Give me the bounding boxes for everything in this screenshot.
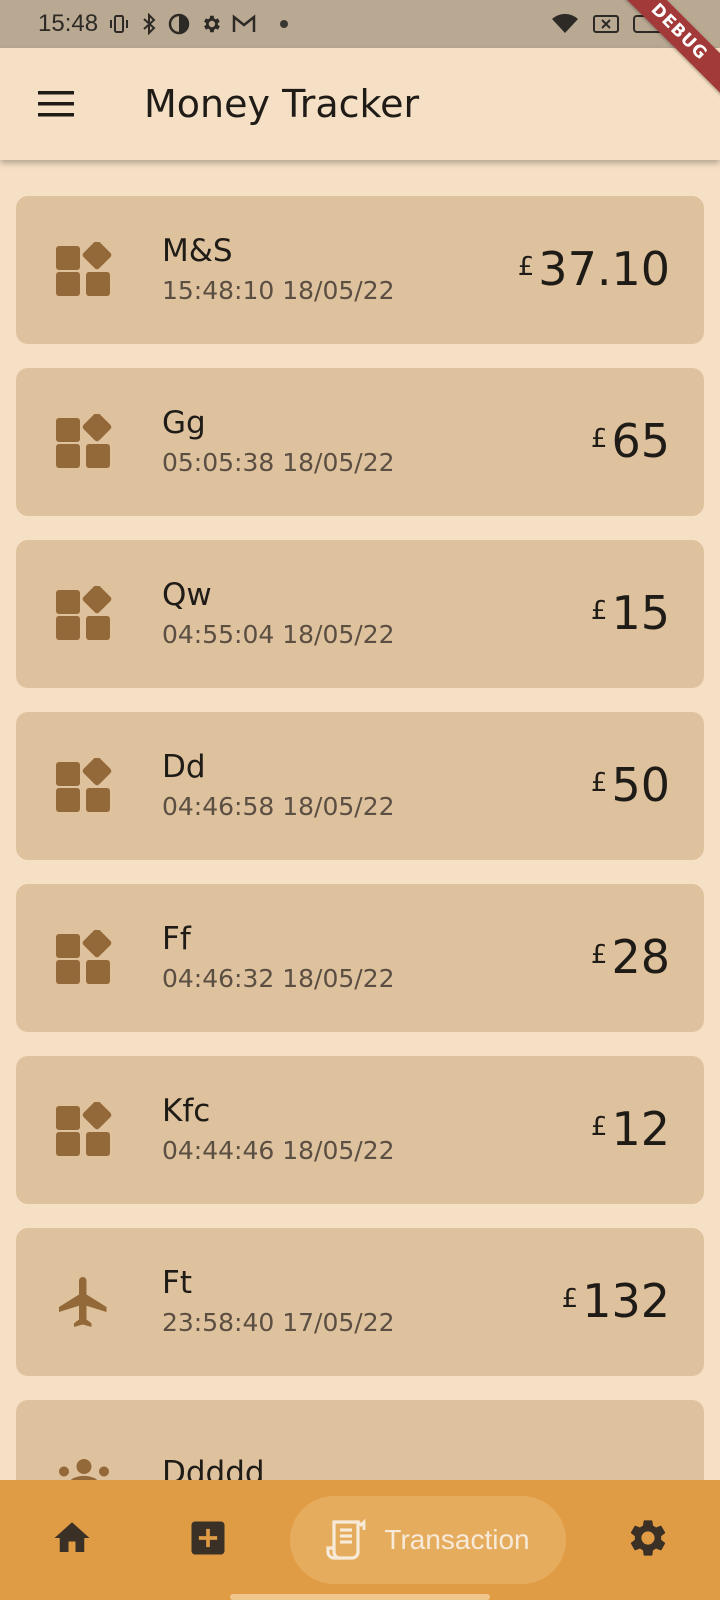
- transaction-amount: £ 132: [562, 1274, 670, 1328]
- category-widgets-icon: [54, 584, 114, 644]
- nav-transaction-label: Transaction: [384, 1524, 530, 1555]
- status-time: 15:48: [38, 10, 99, 37]
- transaction-timestamp: 23:58:40 17/05/22: [162, 1308, 395, 1337]
- currency-symbol: £: [590, 596, 608, 626]
- receipt-icon: [326, 1518, 366, 1560]
- nav-settings-button[interactable]: [620, 1510, 676, 1566]
- transaction-name: Gg: [162, 405, 206, 441]
- transaction-amount: [666, 1446, 670, 1456]
- currency-symbol: £: [590, 768, 608, 798]
- transaction-amount: £ 50: [591, 758, 670, 812]
- transaction-card[interactable]: Ft 23:58:40 17/05/22 £ 132: [16, 1228, 704, 1376]
- currency-symbol: £: [561, 1284, 579, 1314]
- category-widgets-icon: [54, 412, 114, 472]
- menu-button[interactable]: [28, 76, 84, 132]
- transaction-timestamp: 04:44:46 18/05/22: [162, 1136, 395, 1165]
- amount-value: 12: [611, 1102, 670, 1156]
- transaction-amount: £ 65: [591, 414, 670, 468]
- settings-icon: [200, 13, 222, 35]
- transaction-name: Qw: [162, 577, 212, 613]
- transaction-card[interactable]: M&S 15:48:10 18/05/22 £ 37.10: [16, 196, 704, 344]
- transaction-card[interactable]: Dd 04:46:58 18/05/22 £ 50: [16, 712, 704, 860]
- bottom-navigation: Transaction: [0, 1480, 720, 1600]
- notification-dot-icon: [280, 20, 289, 28]
- nav-transaction-button[interactable]: Transaction: [290, 1496, 566, 1584]
- transaction-timestamp: 04:46:58 18/05/22: [162, 792, 395, 821]
- amount-value: 132: [582, 1274, 670, 1328]
- transaction-timestamp: 15:48:10 18/05/22: [162, 276, 395, 305]
- amount-value: 65: [611, 414, 670, 468]
- transaction-amount: £ 15: [591, 586, 670, 640]
- transaction-name: Dd: [162, 749, 206, 785]
- category-widgets-icon: [54, 1100, 114, 1160]
- transaction-name: Ff: [162, 921, 191, 957]
- no-sim-icon: [592, 13, 620, 35]
- bluetooth-icon: [140, 13, 158, 35]
- amount-value: 37.10: [538, 242, 670, 296]
- app-screen: 15:48 DEBUG Money Tracker M&S 15:48:10 1…: [0, 0, 720, 1600]
- transaction-name: Ft: [162, 1265, 192, 1301]
- category-widgets-icon: [54, 756, 114, 816]
- transaction-list[interactable]: M&S 15:48:10 18/05/22 £ 37.10 Gg 05:05:3…: [16, 196, 704, 1572]
- transaction-name: Kfc: [162, 1093, 211, 1129]
- currency-symbol: £: [590, 940, 608, 970]
- hamburger-menu-icon: [38, 91, 74, 117]
- transaction-card[interactable]: Kfc 04:44:46 18/05/22 £ 12: [16, 1056, 704, 1204]
- gesture-home-indicator[interactable]: [230, 1594, 490, 1600]
- transaction-card[interactable]: Gg 05:05:38 18/05/22 £ 65: [16, 368, 704, 516]
- transaction-card[interactable]: Ff 04:46:32 18/05/22 £ 28: [16, 884, 704, 1032]
- transaction-amount: £ 12: [591, 1102, 670, 1156]
- gmail-icon: [232, 14, 256, 34]
- page-title: Money Tracker: [144, 82, 420, 126]
- category-widgets-icon: [54, 240, 114, 300]
- transaction-timestamp: 04:46:32 18/05/22: [162, 964, 395, 993]
- app-bar: Money Tracker: [0, 48, 720, 160]
- nav-home-button[interactable]: [44, 1510, 100, 1566]
- transaction-timestamp: 04:55:04 18/05/22: [162, 620, 395, 649]
- transaction-amount: £ 28: [591, 930, 670, 984]
- amount-value: 50: [611, 758, 670, 812]
- wifi-icon: [550, 13, 580, 35]
- status-left: 15:48: [38, 10, 289, 38]
- home-icon: [54, 1522, 90, 1552]
- category-widgets-icon: [54, 928, 114, 988]
- amount-value: 15: [611, 586, 670, 640]
- transaction-name: M&S: [162, 233, 233, 269]
- data-saver-icon: [168, 13, 190, 35]
- currency-symbol: £: [590, 424, 608, 454]
- currency-symbol: £: [517, 252, 535, 282]
- add-box-icon: [191, 1521, 225, 1555]
- transaction-timestamp: 05:05:38 18/05/22: [162, 448, 395, 477]
- status-bar: 15:48: [0, 0, 720, 48]
- currency-symbol: £: [590, 1112, 608, 1142]
- transaction-amount: £ 37.10: [518, 242, 670, 296]
- nav-add-button[interactable]: [180, 1510, 236, 1566]
- airplane-icon: [54, 1272, 114, 1332]
- transaction-card[interactable]: Qw 04:55:04 18/05/22 £ 15: [16, 540, 704, 688]
- settings-gear-icon: [630, 1520, 666, 1556]
- vibrate-icon: [108, 13, 130, 35]
- amount-value: 28: [611, 930, 670, 984]
